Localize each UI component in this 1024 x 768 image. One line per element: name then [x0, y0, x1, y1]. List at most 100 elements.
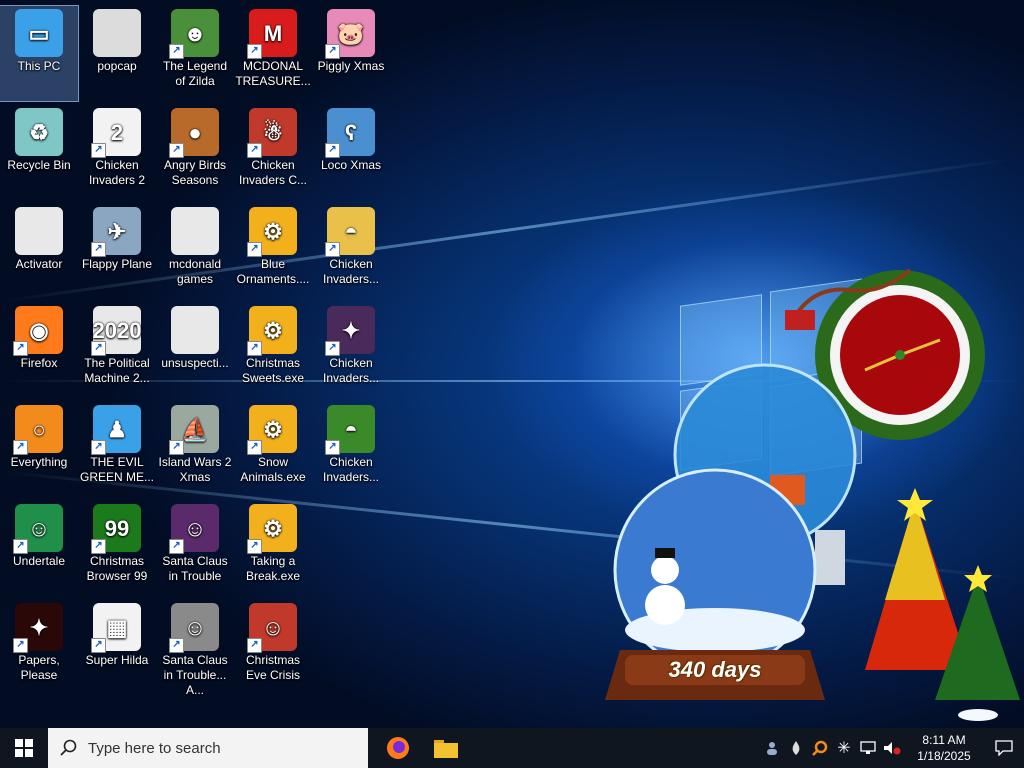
shortcut-arrow-icon: ↗ — [91, 539, 106, 554]
desktop-icon[interactable]: ♟ ↗ THE EVIL GREEN ME... — [78, 402, 156, 497]
shortcut-arrow-icon: ↗ — [169, 440, 184, 455]
desktop-icon-label: Piggly Xmas — [317, 59, 385, 73]
droplet-icon[interactable] — [784, 728, 808, 768]
desktop-icon-label: Recycle Bin — [7, 158, 71, 172]
shortcut-arrow-icon: ↗ — [13, 440, 28, 455]
people-icon[interactable] — [760, 728, 784, 768]
desktop-icon-label: Flappy Plane — [81, 257, 153, 271]
desktop-icon[interactable]: ✦ ↗ Chicken Invaders... — [312, 303, 390, 398]
shortcut-arrow-icon: ↗ — [247, 242, 262, 257]
desktop-icon[interactable]: ⚙ ↗ Christmas Sweets.exe — [234, 303, 312, 398]
desktop-icon-label: This PC — [17, 59, 61, 73]
desktop-icon-label: Papers, Please — [18, 653, 60, 682]
shortcut-arrow-icon: ↗ — [247, 539, 262, 554]
desktop-icon[interactable]: ☺ ↗ Santa Claus in Trouble... A... — [156, 600, 234, 697]
desktop-icon-label: Activator — [15, 257, 63, 271]
clock-date: 1/18/2025 — [917, 749, 971, 763]
desktop-icon[interactable]: ʕ ↗ Loco Xmas — [312, 105, 390, 200]
shortcut-arrow-icon: ↗ — [91, 341, 106, 356]
political-icon: 2020 ↗ — [91, 306, 141, 356]
desktop-icon[interactable]: ● ↗ Angry Birds Seasons — [156, 105, 234, 200]
desktop-icon[interactable]: 2 ↗ Chicken Invaders 2 — [78, 105, 156, 200]
msn-icon: ♟ ↗ — [91, 405, 141, 455]
desktop-icon[interactable]: unsuspecti... — [156, 303, 234, 398]
shortcut-arrow-icon: ↗ — [247, 341, 262, 356]
file-icon — [171, 306, 219, 354]
desktop-icon[interactable]: ☻ ↗ The Legend of Zilda — [156, 6, 234, 101]
desktop-icon[interactable]: ⛵ ↗ Island Wars 2 Xmas — [156, 402, 234, 497]
shortcut-arrow-icon: ↗ — [325, 44, 340, 59]
desktop-icon-label: Chicken Invaders... — [322, 455, 380, 484]
chicken-icon: 2 ↗ — [91, 108, 141, 158]
desktop-icon[interactable]: ▭ This PC — [0, 5, 79, 102]
desktop-icon-label: unsuspecti... — [161, 356, 229, 370]
notification-center-icon[interactable] — [984, 728, 1024, 768]
desktop-icon[interactable]: ⚙ ↗ Blue Ornaments.... — [234, 204, 312, 299]
undertale-icon: ☺ ↗ — [13, 504, 63, 554]
desktop-icon-label: Angry Birds Seasons — [163, 158, 227, 187]
christmas-widget[interactable] — [600, 230, 1024, 728]
taskbar: Type here to search ✳ 8:11 AM 1/18/2025 — [0, 728, 1024, 768]
search-icon — [48, 739, 88, 757]
folder-icon — [93, 9, 141, 57]
windows-start-icon — [15, 739, 33, 757]
computer-icon: ▭ — [15, 9, 63, 57]
desktop-icon[interactable]: ○ ↗ Everything — [0, 402, 78, 497]
desktop-icon[interactable]: ☺ ↗ Christmas Eve Crisis — [234, 600, 312, 695]
taskbar-firefox[interactable] — [374, 728, 422, 768]
desktop-icon[interactable]: ✦ ↗ Papers, Please — [0, 600, 78, 695]
snowflake-icon[interactable]: ✳ — [832, 728, 856, 768]
angry-birds-icon: ● ↗ — [169, 108, 219, 158]
desktop-icon[interactable]: mcdonald games — [156, 204, 234, 299]
desktop-icon[interactable]: ☺ ↗ Santa Claus in Trouble — [156, 501, 234, 596]
bear-icon: ʕ ↗ — [325, 108, 375, 158]
desktop-icon[interactable]: ♻ Recycle Bin — [0, 105, 78, 200]
shortcut-arrow-icon: ↗ — [13, 638, 28, 653]
everything-search-icon[interactable] — [808, 728, 832, 768]
shortcut-arrow-icon: ↗ — [247, 44, 262, 59]
shortcut-arrow-icon: ↗ — [169, 539, 184, 554]
desktop-icon[interactable]: ▦ ↗ Super Hilda — [78, 600, 156, 695]
desktop-icon[interactable]: ⚙ ↗ Taking a Break.exe — [234, 501, 312, 596]
desktop-icon[interactable]: ☃ ↗ Chicken Invaders C... — [234, 105, 312, 200]
desktop-icon[interactable]: Activator — [0, 204, 78, 299]
taskbar-search-box[interactable]: Type here to search — [48, 728, 368, 768]
desktop-icon-label: popcap — [97, 59, 137, 73]
start-button[interactable] — [0, 728, 48, 768]
pig-icon: 🐷 ↗ — [325, 9, 375, 59]
chicken-icon: ◓ ↗ — [325, 405, 375, 455]
desktop-icon[interactable]: 🐷 ↗ Piggly Xmas — [312, 6, 390, 101]
clock-time: 8:11 AM — [922, 733, 966, 747]
desktop-icon-label: Island Wars 2 Xmas — [158, 455, 232, 484]
shortcut-arrow-icon: ↗ — [13, 341, 28, 356]
desktop-icon[interactable]: M ↗ MCDONAL TREASURE... — [234, 6, 312, 101]
desktop-icon-label: Chicken Invaders C... — [238, 158, 308, 187]
taskbar-file-explorer[interactable] — [422, 728, 470, 768]
desktop-icon-label: Snow Animals.exe — [240, 455, 306, 484]
desktop-icon[interactable]: ◓ ↗ Chicken Invaders... — [312, 204, 390, 299]
desktop-icon[interactable]: ⚙ ↗ Snow Animals.exe — [234, 402, 312, 497]
firefox-icon: ◉ ↗ — [13, 306, 63, 356]
desktop-icon-label: The Political Machine 2... — [84, 356, 150, 385]
setup-icon: ⚙ ↗ — [247, 207, 297, 257]
desktop-icon-label: THE EVIL GREEN ME... — [79, 455, 154, 484]
shortcut-arrow-icon: ↗ — [91, 440, 106, 455]
shortcut-arrow-icon: ↗ — [13, 539, 28, 554]
volume-muted-icon[interactable] — [880, 728, 904, 768]
desktop-icon[interactable]: popcap — [78, 6, 156, 101]
desktop-icon-label: Santa Claus in Trouble... A... — [162, 653, 228, 697]
desktop-icon-label: Christmas Sweets.exe — [241, 356, 305, 385]
network-icon[interactable] — [856, 728, 880, 768]
santa-icon: ☺ ↗ — [169, 603, 219, 653]
desktop-icon[interactable]: 99 ↗ Christmas Browser 99 — [78, 501, 156, 596]
desktop-icon[interactable]: 2020 ↗ The Political Machine 2... — [78, 303, 156, 398]
desktop-icon-label: Chicken Invaders... — [322, 257, 380, 286]
desktop-icon[interactable]: ◉ ↗ Firefox — [0, 303, 78, 398]
desktop-icon[interactable]: ✈ ↗ Flappy Plane — [78, 204, 156, 299]
shortcut-arrow-icon: ↗ — [91, 143, 106, 158]
taskbar-clock[interactable]: 8:11 AM 1/18/2025 — [904, 732, 984, 764]
folder-icon — [171, 207, 219, 255]
desktop-icon-label: Firefox — [20, 356, 58, 370]
desktop-icon[interactable]: ◓ ↗ Chicken Invaders... — [312, 402, 390, 497]
desktop-icon[interactable]: ☺ ↗ Undertale — [0, 501, 78, 596]
